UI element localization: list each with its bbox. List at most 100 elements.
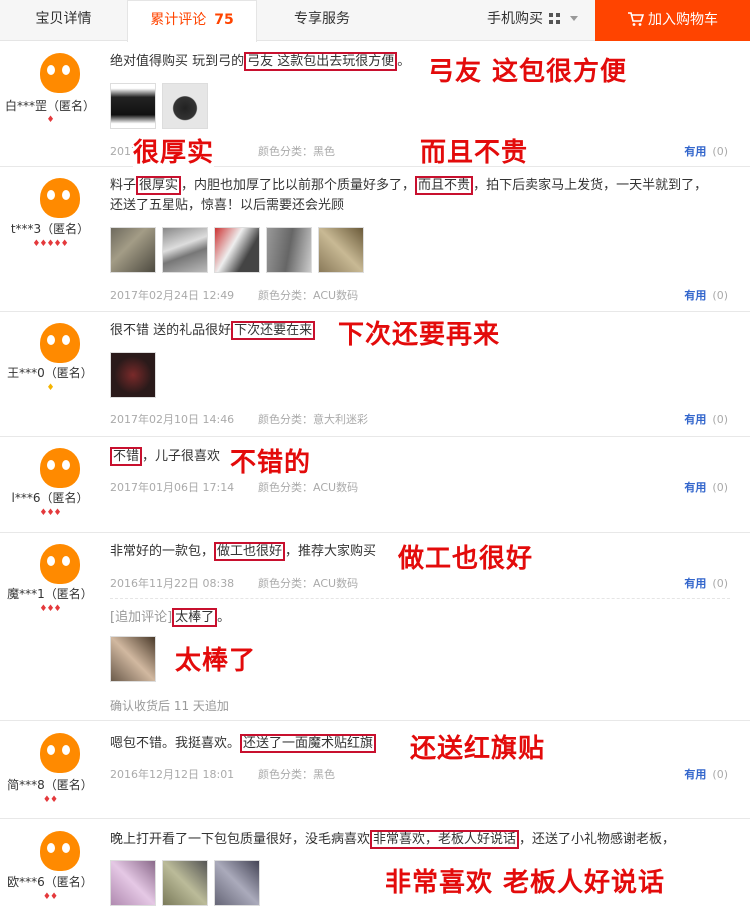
review-meta: 2016年12月12日 18:01 颜色分类：黑色	[110, 766, 335, 782]
review-item: l***6（匿名） ♦♦♦ 不错 ，儿子很喜欢 2017年01月06日 17:14…	[0, 437, 750, 533]
review-photos	[110, 83, 214, 129]
reviewer-name: t***3（匿名）	[10, 222, 90, 236]
review-photo[interactable]	[318, 227, 364, 273]
useful-count: (0)	[712, 145, 728, 158]
useful-button[interactable]: 有用	[684, 481, 706, 494]
add-to-cart-button[interactable]: 加入购物车	[595, 0, 750, 41]
highlighted-text: 很厚实	[136, 176, 182, 195]
review-date: 2016年11月22日 08:38	[110, 577, 235, 590]
tab-item-detail[interactable]: 宝贝详情	[0, 0, 127, 41]
color-category: 颜色分类：意大利迷彩	[258, 413, 368, 426]
highlighted-text: 不错	[110, 447, 143, 466]
append-divider	[110, 598, 730, 599]
buyer-rank-icon: ♦♦♦♦♦	[32, 239, 68, 249]
reviewer-name: 魔***1（匿名）	[7, 587, 93, 601]
annotation-label: 做工也很好	[398, 544, 534, 574]
review-photo[interactable]	[214, 227, 260, 273]
review-photos	[110, 636, 162, 682]
color-category: 颜色分类：ACU数码	[258, 289, 359, 302]
useful-count: (0)	[712, 413, 728, 426]
review-photo[interactable]	[214, 860, 260, 906]
review-date: 2017年02月10日 14:46	[110, 413, 235, 426]
useful-button[interactable]: 有用	[684, 577, 706, 590]
highlighted-text: 下次还要在来	[231, 321, 316, 340]
review-meta: 2017年02月10日 14:46 颜色分类：意大利迷彩	[110, 411, 368, 427]
avatar	[40, 53, 80, 93]
reviewer-name: l***6（匿名）	[11, 491, 89, 505]
review-photo[interactable]	[110, 352, 156, 398]
review-photo[interactable]	[110, 227, 156, 273]
reviewer-name: 简***8（匿名）	[7, 778, 93, 792]
review-count: 75	[214, 12, 234, 28]
color-category: 颜色分类：ACU数码	[258, 481, 359, 494]
reviewer-name: 王***0（匿名）	[7, 366, 93, 380]
reviewer-name: 白***罡（匿名）	[4, 99, 95, 113]
buyer-rank-icon: ♦♦♦	[39, 604, 61, 614]
tab-reviews[interactable]: 累计评论 75	[127, 0, 257, 42]
useful-count: (0)	[712, 768, 728, 781]
useful-button[interactable]: 有用	[684, 289, 706, 302]
review-photo[interactable]	[266, 227, 312, 273]
review-date: 2017年02月24日 12:49	[110, 289, 235, 302]
review-meta: 2016年11月22日 08:38 颜色分类：ACU数码	[110, 575, 358, 591]
review-text: 晚上打开看了一下包包质量很好，没毛病喜欢 非常喜欢，老板人好说话 ，还送了小礼物感谢…	[110, 830, 676, 849]
review-photo[interactable]	[110, 83, 156, 129]
highlighted-text: 而且不贵	[415, 176, 474, 195]
review-photos	[110, 227, 370, 273]
review-item: 简***8（匿名） ♦♦ 嗯包不错。我挺喜欢。 还送了一面魔术贴红旗 2016年1…	[0, 721, 750, 819]
append-review: [追加评论] 太棒了。	[110, 608, 231, 627]
review-text: 绝对值得购买 玩到弓的 弓友 这款包出去玩很方便。	[110, 52, 411, 71]
annotation-label: 很厚实	[133, 132, 215, 169]
useful-vote: 有用 (0)	[684, 287, 728, 303]
tab-reviews-label: 累计评论	[150, 12, 207, 28]
highlighted-text: 非常喜欢，老板人好说话	[370, 830, 520, 849]
review-text: 非常好的一款包， 做工也很好 ，推荐大家购买	[110, 542, 377, 561]
useful-vote: 有用 (0)	[684, 143, 728, 159]
review-meta: 2017年02月24日 12:49 颜色分类：ACU数码	[110, 287, 358, 303]
annotation-label: 不错的	[230, 448, 312, 478]
qr-code-icon	[549, 13, 560, 24]
review-photo[interactable]	[110, 860, 156, 906]
useful-vote: 有用 (0)	[684, 766, 728, 782]
highlighted-text: 太棒了	[172, 608, 218, 627]
review-photos	[110, 860, 266, 906]
mobile-buy-dropdown[interactable]: 手机购买	[470, 0, 595, 41]
annotation-label: 下次还要再来	[338, 320, 501, 350]
append-label: [追加评论]	[110, 610, 173, 625]
useful-button[interactable]: 有用	[684, 145, 706, 158]
reviewer-name: 欧***6（匿名）	[7, 875, 93, 889]
color-category: 颜色分类：黑色	[258, 145, 335, 158]
tab-bar: 宝贝详情 累计评论 75 专享服务 手机购买 加入购物车	[0, 0, 750, 42]
tab-exclusive-service[interactable]: 专享服务	[257, 0, 387, 41]
review-date: 2017年01月06日 17:14	[110, 481, 235, 494]
annotation-label: 还送红旗贴	[410, 734, 546, 764]
useful-count: (0)	[712, 289, 728, 302]
color-category: 颜色分类：黑色	[258, 768, 335, 781]
highlighted-text: 弓友 这款包出去玩很方便	[244, 52, 398, 71]
avatar	[40, 831, 80, 871]
useful-button[interactable]: 有用	[684, 768, 706, 781]
review-item: 魔***1（匿名） ♦♦♦ 非常好的一款包， 做工也很好 ，推荐大家购买 2016年…	[0, 533, 750, 721]
buyer-rank-icon: ♦	[46, 115, 54, 125]
annotation-label: 弓友 这包很方便	[428, 57, 628, 87]
useful-count: (0)	[712, 577, 728, 590]
avatar	[40, 448, 80, 488]
highlighted-text: 还送了一面魔术贴红旗	[240, 734, 377, 753]
avatar	[40, 178, 80, 218]
annotation-label: 而且不贵	[420, 138, 529, 168]
avatar	[40, 733, 80, 773]
review-photo[interactable]	[162, 83, 208, 129]
cart-icon	[628, 12, 645, 26]
useful-button[interactable]: 有用	[684, 413, 706, 426]
useful-count: (0)	[712, 481, 728, 494]
review-item: t***3（匿名） ♦♦♦♦♦ 料子 很厚实 ，内胆也加厚了比以前那个质量好多了，而…	[0, 167, 750, 312]
review-text: 嗯包不错。我挺喜欢。 还送了一面魔术贴红旗	[110, 734, 377, 754]
annotation-label: 太棒了	[175, 646, 257, 676]
review-photo[interactable]	[162, 227, 208, 273]
review-photo[interactable]	[110, 636, 156, 682]
annotation-label: 非常喜欢 老板人好说话	[385, 868, 666, 898]
highlighted-text: 做工也很好	[214, 542, 286, 561]
review-meta: 2017年01月06日 17:14 颜色分类：ACU数码	[110, 479, 358, 495]
useful-vote: 有用 (0)	[684, 479, 728, 495]
review-photo[interactable]	[162, 860, 208, 906]
